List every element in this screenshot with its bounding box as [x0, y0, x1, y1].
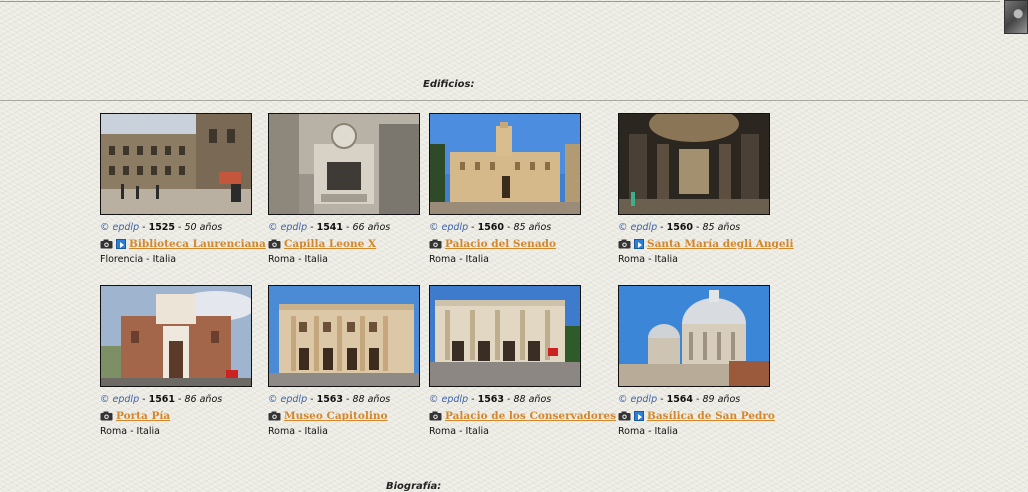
photo-credit: © epdlp — [100, 222, 140, 233]
building-card: © epdlp - 1560 - 85 años Palacio del Sen… — [429, 113, 629, 265]
basilica-photo[interactable] — [618, 285, 770, 387]
building-card: © epdlp - 1563 - 88 años Palacio de los … — [429, 285, 629, 437]
building-title-link[interactable]: Museo Capitolino — [284, 410, 387, 422]
architect-age: 85 años — [702, 222, 741, 233]
photo-credit: © epdlp — [429, 394, 469, 405]
building-year: 1563 — [316, 394, 344, 405]
building-title-link[interactable]: Palacio de los Conservadores — [445, 410, 616, 422]
separator: - — [504, 222, 514, 233]
title-row: Palacio de los Conservadores — [429, 409, 629, 423]
separator: - — [343, 222, 353, 233]
architect-age: 89 años — [702, 394, 741, 405]
building-meta: © epdlp - 1563 - 88 años — [429, 394, 629, 406]
gate-photo[interactable] — [100, 285, 252, 387]
camera-icon[interactable] — [268, 411, 281, 421]
museum-photo[interactable] — [268, 285, 420, 387]
chapel-photo-image — [269, 114, 419, 214]
separator: - — [139, 394, 149, 405]
building-year: 1525 — [148, 222, 176, 233]
video-play-icon[interactable] — [116, 239, 126, 249]
architect-age: 86 años — [184, 394, 223, 405]
building-location: Roma - Italia — [429, 254, 489, 265]
building-year: 1561 — [148, 394, 176, 405]
building-title-link[interactable]: Capilla Leone X — [284, 238, 376, 250]
building-location: Roma - Italia — [429, 426, 489, 437]
architect-age: 88 años — [352, 394, 391, 405]
museum-photo-image — [269, 286, 419, 386]
photo-credit: © epdlp — [429, 222, 469, 233]
separator: - — [693, 394, 703, 405]
church-interior-photo[interactable] — [618, 113, 770, 215]
photo-credit: © epdlp — [268, 394, 308, 405]
camera-icon[interactable] — [100, 239, 113, 249]
separator: - — [139, 222, 149, 233]
architect-age: 85 años — [513, 222, 552, 233]
title-row: Palacio del Senado — [429, 237, 629, 251]
building-year: 1563 — [477, 394, 505, 405]
separator: - — [504, 394, 514, 405]
building-title-link[interactable]: Basílica de San Pedro — [647, 410, 775, 422]
architect-age: 66 años — [352, 222, 391, 233]
separator: - — [657, 394, 667, 405]
building-location: Roma - Italia — [618, 254, 678, 265]
building-meta: © epdlp - 1560 - 85 años — [618, 222, 818, 234]
top-divider — [0, 1, 1000, 2]
building-year: 1560 — [477, 222, 505, 233]
video-play-icon[interactable] — [634, 239, 644, 249]
separator: - — [468, 222, 478, 233]
section-divider — [0, 100, 1028, 101]
gate-photo-image — [101, 286, 251, 386]
video-play-icon[interactable] — [634, 411, 644, 421]
photo-credit: © epdlp — [618, 394, 658, 405]
title-row: Santa María degli Angeli — [618, 237, 818, 251]
architect-age: 50 años — [184, 222, 223, 233]
separator: - — [657, 222, 667, 233]
photo-credit: © epdlp — [268, 222, 308, 233]
photo-credit: © epdlp — [100, 394, 140, 405]
separator: - — [468, 394, 478, 405]
camera-icon[interactable] — [429, 411, 442, 421]
building-title-link[interactable]: Palacio del Senado — [445, 238, 556, 250]
building-year: 1564 — [666, 394, 694, 405]
building-year: 1541 — [316, 222, 344, 233]
camera-icon[interactable] — [618, 411, 631, 421]
building-location: Roma - Italia — [618, 426, 678, 437]
separator: - — [693, 222, 703, 233]
church-interior-photo-image — [619, 114, 769, 214]
senate-photo-image — [430, 114, 580, 214]
conservatori-photo[interactable] — [429, 285, 581, 387]
building-card: © epdlp - 1564 - 89 años Basílica de San… — [618, 285, 818, 437]
building-title-link[interactable]: Santa María degli Angeli — [647, 238, 794, 250]
library-photo-image — [101, 114, 251, 214]
separator: - — [175, 222, 185, 233]
title-row: Basílica de San Pedro — [618, 409, 818, 423]
separator: - — [307, 222, 317, 233]
biografia-heading: Biografía: — [386, 481, 442, 492]
building-meta: © epdlp - 1560 - 85 años — [429, 222, 629, 234]
separator: - — [175, 394, 185, 405]
architect-age: 88 años — [513, 394, 552, 405]
camera-icon[interactable] — [618, 239, 631, 249]
camera-icon[interactable] — [268, 239, 281, 249]
camera-icon[interactable] — [429, 239, 442, 249]
separator: - — [307, 394, 317, 405]
edificios-heading: Edificios: — [423, 79, 475, 90]
chapel-photo[interactable] — [268, 113, 420, 215]
senate-photo[interactable] — [429, 113, 581, 215]
corner-thumbnail[interactable] — [1004, 0, 1028, 34]
camera-icon[interactable] — [100, 411, 113, 421]
building-title-link[interactable]: Porta Pía — [116, 410, 170, 422]
building-title-link[interactable]: Biblioteca Laurenciana — [129, 238, 266, 250]
photo-credit: © epdlp — [618, 222, 658, 233]
separator: - — [343, 394, 353, 405]
building-meta: © epdlp - 1564 - 89 años — [618, 394, 818, 406]
library-photo[interactable] — [100, 113, 252, 215]
conservatori-photo-image — [430, 286, 580, 386]
building-card: © epdlp - 1560 - 85 años Santa María deg… — [618, 113, 818, 265]
basilica-photo-image — [619, 286, 769, 386]
building-year: 1560 — [666, 222, 694, 233]
